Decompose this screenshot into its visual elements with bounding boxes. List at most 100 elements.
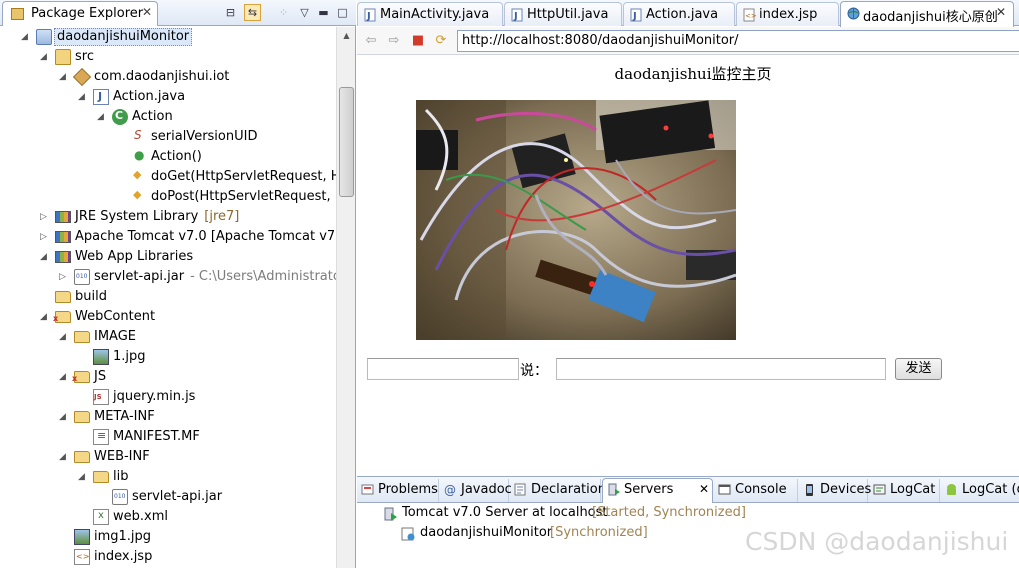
forward-arrow-icon[interactable]: ⇨	[386, 33, 402, 49]
editor-tab[interactable]: <> index.jsp	[736, 2, 839, 26]
expanded-twisty-icon[interactable]: ◢	[78, 90, 88, 104]
tree-item[interactable]: ◢ Web App Libraries	[0, 247, 336, 267]
tree-item[interactable]: servlet-api.jar	[0, 487, 336, 507]
expanded-twisty-icon[interactable]: ◢	[59, 330, 69, 344]
expanded-twisty-icon[interactable]: ◢	[59, 70, 69, 84]
tree-item[interactable]: ◢ IMAGE	[0, 327, 336, 347]
minimize-icon[interactable]: ▬	[315, 4, 332, 21]
bottom-tab[interactable]: Declaration	[510, 479, 606, 502]
expanded-twisty-icon[interactable]: ◢	[59, 450, 69, 464]
collapsed-twisty-icon[interactable]: ▷	[40, 210, 50, 224]
svg-text:J: J	[366, 11, 371, 22]
scroll-thumb[interactable]	[339, 87, 354, 197]
expanded-twisty-icon[interactable]: ◢	[40, 310, 50, 324]
tree-item[interactable]: ◢ Action.java	[0, 87, 336, 107]
tree-item[interactable]: 1.jpg	[0, 347, 336, 367]
tree-item-label: lib	[113, 469, 129, 484]
tree-item[interactable]: img1.jpg	[0, 527, 336, 547]
close-icon[interactable]: ✕	[699, 482, 709, 496]
tree-item-label: serialVersionUID	[151, 129, 258, 144]
close-icon[interactable]: ✕	[142, 5, 152, 19]
tree-item[interactable]: serialVersionUID	[0, 127, 336, 147]
tree-item[interactable]: jquery.min.js	[0, 387, 336, 407]
tree-item[interactable]: ◢ Action	[0, 107, 336, 127]
bottom-tab[interactable]: Console	[714, 479, 798, 502]
message-input[interactable]	[556, 358, 886, 380]
bottom-tab-label: LogCat	[890, 482, 936, 497]
collapse-all-icon[interactable]: ⊟	[222, 4, 239, 21]
editor-tab-label: MainActivity.java	[380, 7, 490, 22]
tree-item[interactable]: doGet(HttpServletRequest, HttpServ	[0, 167, 336, 187]
tree-item[interactable]: ◢ com.daodanjishui.iot	[0, 67, 336, 87]
web-folder-icon	[72, 371, 90, 383]
nickname-input[interactable]	[367, 358, 519, 380]
tree-item-label: Action()	[151, 149, 202, 164]
tree-item[interactable]: ▷ Apache Tomcat v7.0 [Apache Tomcat v7.0]	[0, 227, 336, 247]
tree-scrollbar[interactable]: ▲	[336, 27, 355, 568]
url-field[interactable]: http://localhost:8080/daodanjishuiMonito…	[457, 30, 1019, 52]
editor-tab[interactable]: J Action.java	[623, 2, 735, 26]
editor-tab[interactable]: J HttpUtil.java	[504, 2, 622, 26]
send-button[interactable]: 发送	[895, 358, 942, 380]
expanded-twisty-icon[interactable]: ◢	[40, 250, 50, 264]
browser-globe-icon	[847, 7, 860, 21]
tree-item[interactable]: doPost(HttpServletRequest, HttpSer	[0, 187, 336, 207]
tree-item[interactable]: ◢ JS	[0, 367, 336, 387]
constructor-icon	[131, 148, 147, 165]
tree-item[interactable]: MANIFEST.MF	[0, 427, 336, 447]
tree-item[interactable]: ◢ src	[0, 47, 336, 67]
tree-item-label: Apache Tomcat v7.0 [Apache Tomcat v7.0]	[75, 229, 336, 244]
at-icon: @	[444, 483, 457, 497]
folder-icon	[74, 451, 90, 463]
tree-item[interactable]: ▷ servlet-api.jar - C:\Users\Administrator…	[0, 267, 336, 287]
bottom-tab-label: Devices	[820, 482, 872, 497]
tree-item[interactable]: ◢ META-INF	[0, 407, 336, 427]
jar-icon	[112, 489, 128, 505]
collapsed-twisty-icon[interactable]: ▷	[59, 270, 69, 284]
stop-icon[interactable]: ■	[410, 33, 426, 49]
tree-item[interactable]: ◢ daodanjishuiMonitor	[0, 27, 336, 47]
close-icon[interactable]: ✕	[996, 5, 1006, 19]
focus-task-icon[interactable]: ⁘	[275, 4, 292, 21]
bottom-tab[interactable]: @ Javadoc	[440, 479, 512, 502]
bottom-tab[interactable]: LogCat (de	[941, 479, 1019, 502]
expanded-twisty-icon[interactable]: ◢	[59, 370, 69, 384]
tree-item[interactable]: index.jsp	[0, 547, 336, 567]
expanded-twisty-icon[interactable]: ◢	[97, 110, 107, 124]
tree-item[interactable]: ◢ WebContent	[0, 307, 336, 327]
editor-tab[interactable]: J MainActivity.java	[357, 2, 503, 26]
expanded-twisty-icon[interactable]: ◢	[78, 470, 88, 484]
tree-item[interactable]: web.xml	[0, 507, 336, 527]
editor-tab[interactable]: daodanjishui核心原创 ✕	[840, 1, 1014, 27]
static-field-icon	[131, 128, 147, 145]
scroll-up-arrow-icon[interactable]: ▲	[339, 28, 354, 43]
android-icon	[945, 483, 958, 497]
tree-item[interactable]: ▷ JRE System Library [jre7]	[0, 207, 336, 227]
maximize-icon[interactable]: □	[334, 4, 351, 21]
method-icon	[131, 168, 147, 185]
tree-item[interactable]: build	[0, 287, 336, 307]
tree-item[interactable]: ◢ WEB-INF	[0, 447, 336, 467]
tree-item-label: src	[75, 49, 94, 64]
tree-item[interactable]: ◢ lib	[0, 467, 336, 487]
view-menu-icon[interactable]: ▽	[296, 4, 313, 21]
expanded-twisty-icon[interactable]: ◢	[59, 410, 69, 424]
server-status: [Started, Synchronized]	[592, 505, 746, 520]
tree-item[interactable]: Action()	[0, 147, 336, 167]
back-arrow-icon[interactable]: ⇦	[363, 33, 379, 49]
tree-item-label: META-INF	[94, 409, 155, 424]
expanded-twisty-icon[interactable]: ◢	[40, 50, 50, 64]
refresh-icon[interactable]: ⟳	[433, 33, 449, 49]
bottom-tab[interactable]: Servers ✕	[602, 478, 713, 503]
tree-item-label: JRE System Library	[75, 209, 199, 224]
bottom-tab-label: Declaration	[531, 482, 606, 497]
link-with-editor-icon[interactable]: ⇆	[244, 4, 261, 21]
package-explorer-tab[interactable]: Package Explorer ✕	[2, 1, 158, 26]
bottom-tab[interactable]: Devices	[799, 479, 872, 502]
collapsed-twisty-icon[interactable]: ▷	[40, 230, 50, 244]
bottom-tab[interactable]: Problems	[357, 479, 439, 502]
servers-icon	[607, 483, 620, 497]
expanded-twisty-icon[interactable]: ◢	[21, 30, 31, 44]
bottom-tab[interactable]: LogCat	[869, 479, 940, 502]
svg-text:J: J	[513, 11, 518, 22]
